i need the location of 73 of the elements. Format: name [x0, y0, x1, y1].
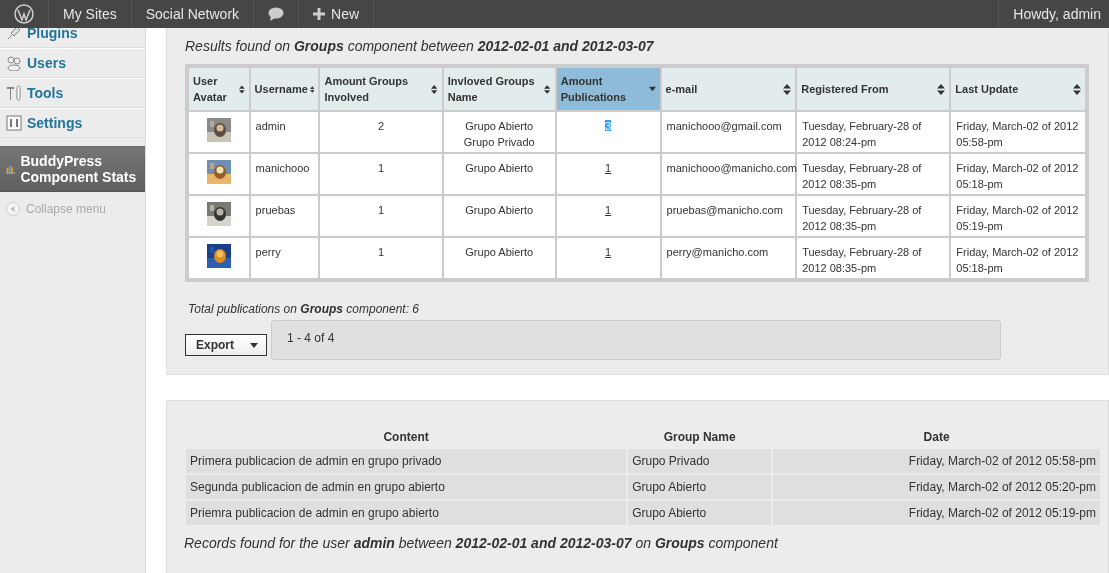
column-header[interactable]: Amount Groups Involved	[320, 68, 442, 110]
sort-icon	[937, 83, 946, 95]
table-cell: 1	[320, 238, 442, 278]
publications-link[interactable]: 1	[605, 246, 612, 258]
table-cell: Primera publicacion de admin en grupo privado	[186, 449, 627, 473]
caret-icon	[250, 342, 258, 348]
records-caption: Records found for the user admin between 2012-02-01 and 2012-03-07 on Groups component	[184, 535, 780, 551]
table-cell: Grupo Abierto	[443, 238, 555, 278]
column-header: Group Name	[662, 429, 737, 446]
column-header: Content	[382, 429, 430, 446]
table-cell: pruebas@manicho.com	[661, 196, 796, 236]
column-header[interactable]: Username	[250, 68, 319, 110]
table-cell: Friday, March-02 of 2012 05:18-pm	[951, 238, 1085, 278]
menu-item[interactable]: BuddyPress Component Stats	[0, 146, 145, 192]
sort-icon	[783, 83, 792, 95]
new-link[interactable]: New	[331, 6, 360, 22]
table-cell: Friday, March-02 of 2012 05:19-pm	[951, 196, 1085, 236]
table-cell: Friday, March-02 of 2012 05:18-pm	[951, 154, 1085, 194]
sort-icon	[544, 83, 551, 95]
wordpress-logo[interactable]	[14, 4, 34, 24]
publications-link[interactable]: 1	[605, 204, 612, 216]
table-cell: 2	[320, 112, 442, 152]
table-cell: Grupo Abierto	[443, 154, 555, 194]
column-header[interactable]: Amount Publications	[556, 68, 660, 110]
table-cell: manichooo@manicho.com	[661, 154, 796, 194]
table-cell: Tuesday, February-28 of 2012 08:35-pm	[797, 154, 950, 194]
export-button[interactable]: Export	[185, 334, 267, 356]
sort-icon	[431, 83, 438, 95]
table-cell: manichooo@gmail.com	[661, 112, 796, 152]
table-cell: 1	[320, 196, 442, 236]
table-cell: Priemra publicacion de admin en grupo abierto	[186, 501, 627, 525]
column-header[interactable]: User Avatar	[189, 68, 249, 110]
collapse-icon	[6, 202, 20, 216]
menu-item[interactable]: Users	[0, 48, 145, 78]
column-header[interactable]: Last Update	[951, 68, 1085, 110]
results-title: Results found on Groups component between 2012-02-01 and 2012-03-07	[185, 38, 655, 54]
table-cell: Segunda publicacion de admin en grupo abierto	[186, 475, 627, 499]
menu-item[interactable]: Plugins	[0, 28, 145, 48]
table-cell: Grupo Abierto	[628, 501, 772, 525]
table-cell: perry	[250, 238, 319, 278]
column-header[interactable]: e-mail	[661, 68, 796, 110]
column-header[interactable]: Invloved Groups Name	[443, 68, 555, 110]
table-cell: Grupo Abierto	[443, 196, 555, 236]
table-cell: Friday, March-02 of 2012 05:58-pm	[773, 449, 1100, 473]
sort-icon	[238, 83, 245, 95]
comment-icon[interactable]	[268, 7, 285, 21]
table-cell: 1	[320, 154, 442, 194]
pager: 1 - 4 of 4	[271, 320, 1001, 360]
table-cell: perry@manicho.com	[661, 238, 796, 278]
table-cell: Grupo Abierto Grupo Privado	[443, 112, 555, 152]
table-cell: pruebas	[250, 196, 319, 236]
table-cell: Friday, March-02 of 2012 05:58-pm	[951, 112, 1085, 152]
column-header[interactable]: Registered From	[797, 68, 950, 110]
table-cell: Tuesday, February-28 of 2012 08:35-pm	[797, 196, 950, 236]
publications-link[interactable]: 1	[605, 162, 612, 174]
sort-icon	[1073, 83, 1081, 95]
users-icon	[6, 55, 22, 71]
sort-down-icon	[648, 86, 656, 92]
settings-icon	[6, 115, 22, 131]
tools-icon	[6, 85, 22, 101]
menu-item[interactable]: Tools	[0, 78, 145, 108]
table-cell: Tuesday, February-28 of 2012 08:24-pm	[797, 112, 950, 152]
table-cell: Friday, March-02 of 2012 05:19-pm	[773, 501, 1100, 525]
plus-icon	[313, 8, 326, 20]
table-cell: Tuesday, February-28 of 2012 08:35-pm	[797, 238, 950, 278]
menu-item[interactable]: Settings	[0, 108, 145, 138]
total-text: Total publications on Groups component: 6	[188, 302, 421, 316]
table-cell: Grupo Abierto	[628, 475, 772, 499]
table-cell: manichooo	[250, 154, 319, 194]
table-cell: Grupo Privado	[628, 449, 772, 473]
table-cell: admin	[250, 112, 319, 152]
column-header: Date	[922, 429, 951, 446]
table-cell: Friday, March-02 of 2012 05:20-pm	[773, 475, 1100, 499]
